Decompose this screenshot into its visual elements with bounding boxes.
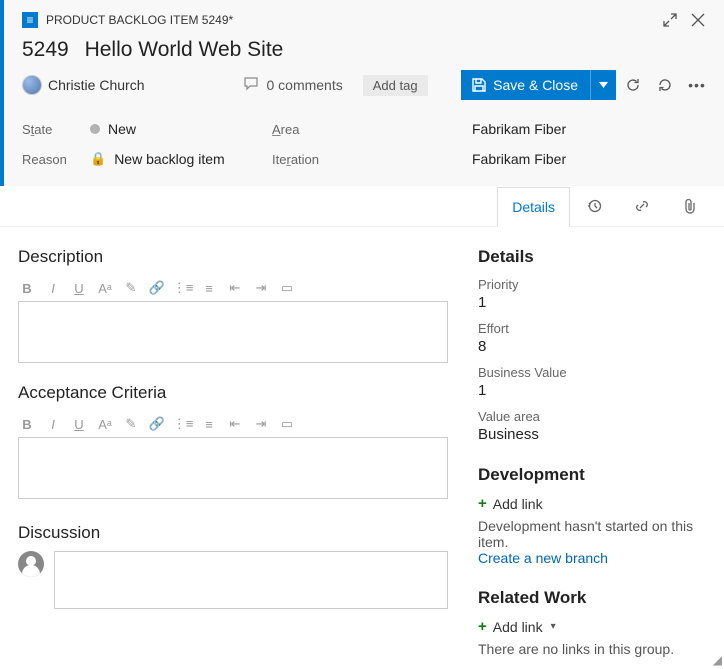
tab-details[interactable]: Details <box>497 187 570 227</box>
discussion-input[interactable] <box>54 551 448 609</box>
related-add-link-button[interactable]: + Add link ▾ <box>478 618 708 635</box>
tab-links[interactable] <box>618 186 666 226</box>
save-dropdown[interactable] <box>590 70 616 100</box>
more-actions-icon[interactable]: ••• <box>682 70 712 100</box>
tab-attachments[interactable] <box>666 186 714 226</box>
lock-icon: 🔒 <box>90 151 106 167</box>
priority-label: Priority <box>478 277 708 292</box>
acceptance-toolbar[interactable]: B I U Aᵃ ✎ 🔗 ⋮≡ ≡ ⇤ ⇥ ▭ <box>18 411 448 437</box>
add-link-label: Add link <box>493 496 543 512</box>
save-and-close-button[interactable]: Save & Close <box>461 70 616 100</box>
bold-icon[interactable]: B <box>18 279 36 297</box>
add-link-label: Add link <box>493 619 543 635</box>
tab-history[interactable] <box>570 186 618 226</box>
description-input[interactable] <box>18 301 448 363</box>
font-icon[interactable]: Aᵃ <box>96 279 114 297</box>
refresh-icon[interactable] <box>618 70 648 100</box>
dev-add-link-button[interactable]: + Add link <box>478 495 708 512</box>
number-list-icon[interactable]: ≡ <box>200 279 218 297</box>
bullet-list-icon[interactable]: ⋮≡ <box>174 415 192 433</box>
underline-icon[interactable]: U <box>70 279 88 297</box>
image-icon[interactable]: ▭ <box>278 415 296 433</box>
clear-format-icon[interactable]: ✎ <box>122 279 140 297</box>
effort-label: Effort <box>478 321 708 336</box>
area-label: Area <box>272 122 340 137</box>
discussion-heading: Discussion <box>18 523 448 543</box>
acceptance-input[interactable] <box>18 437 448 499</box>
assigned-to[interactable]: Christie Church <box>48 77 144 93</box>
create-branch-link[interactable]: Create a new branch <box>478 550 708 566</box>
work-item-id: 5249 <box>22 38 69 61</box>
comments-label: 0 comments <box>266 77 342 93</box>
iteration-value[interactable]: Fabrikam Fiber <box>472 151 566 167</box>
image-icon[interactable]: ▭ <box>278 279 296 297</box>
close-icon[interactable] <box>684 6 712 34</box>
link-icon[interactable]: 🔗 <box>148 415 166 433</box>
state-dot-icon <box>90 124 100 134</box>
related-work-heading: Related Work <box>478 588 708 608</box>
reason-label: Reason <box>22 152 90 167</box>
expand-icon[interactable] <box>656 6 684 34</box>
iteration-label: Iteration <box>272 152 340 167</box>
value-area-value[interactable]: Business <box>478 426 708 443</box>
add-tag-button[interactable]: Add tag <box>363 75 428 96</box>
dev-empty-message: Development hasn't started on this item. <box>478 518 708 550</box>
save-close-label: Save & Close <box>493 77 578 93</box>
link-icon[interactable]: 🔗 <box>148 279 166 297</box>
user-avatar-icon <box>18 551 44 577</box>
avatar <box>22 75 42 95</box>
development-heading: Development <box>478 465 708 485</box>
clear-format-icon[interactable]: ✎ <box>122 415 140 433</box>
related-empty-message: There are no links in this group. <box>478 641 708 657</box>
effort-value[interactable]: 8 <box>478 338 708 355</box>
acceptance-heading: Acceptance Criteria <box>18 383 448 403</box>
plus-icon: + <box>478 495 487 512</box>
outdent-icon[interactable]: ⇤ <box>226 279 244 297</box>
state-label: State <box>22 122 90 137</box>
comment-icon <box>244 77 260 94</box>
reason-value[interactable]: 🔒 New backlog item <box>90 151 225 167</box>
plus-icon: + <box>478 618 487 635</box>
italic-icon[interactable]: I <box>44 415 62 433</box>
outdent-icon[interactable]: ⇤ <box>226 415 244 433</box>
bullet-list-icon[interactable]: ⋮≡ <box>174 279 192 297</box>
font-icon[interactable]: Aᵃ <box>96 415 114 433</box>
number-list-icon[interactable]: ≡ <box>200 415 218 433</box>
work-item-title[interactable]: Hello World Web Site <box>85 38 284 61</box>
business-value-label: Business Value <box>478 365 708 380</box>
resize-grip-icon[interactable]: ◢ <box>713 653 722 667</box>
value-area-label: Value area <box>478 409 708 424</box>
work-item-type-icon <box>22 12 38 28</box>
details-panel-heading: Details <box>478 247 708 267</box>
chevron-down-icon: ▾ <box>551 621 556 632</box>
window-title: PRODUCT BACKLOG ITEM 5249* <box>46 13 233 27</box>
indent-icon[interactable]: ⇥ <box>252 415 270 433</box>
description-heading: Description <box>18 247 448 267</box>
italic-icon[interactable]: I <box>44 279 62 297</box>
underline-icon[interactable]: U <box>70 415 88 433</box>
indent-icon[interactable]: ⇥ <box>252 279 270 297</box>
priority-value[interactable]: 1 <box>478 294 708 311</box>
undo-icon[interactable] <box>650 70 680 100</box>
business-value-value[interactable]: 1 <box>478 382 708 399</box>
description-toolbar[interactable]: B I U Aᵃ ✎ 🔗 ⋮≡ ≡ ⇤ ⇥ ▭ <box>18 275 448 301</box>
comments-count[interactable]: 0 comments <box>244 77 342 94</box>
area-value[interactable]: Fabrikam Fiber <box>472 121 566 137</box>
bold-icon[interactable]: B <box>18 415 36 433</box>
state-value[interactable]: New <box>90 121 136 137</box>
